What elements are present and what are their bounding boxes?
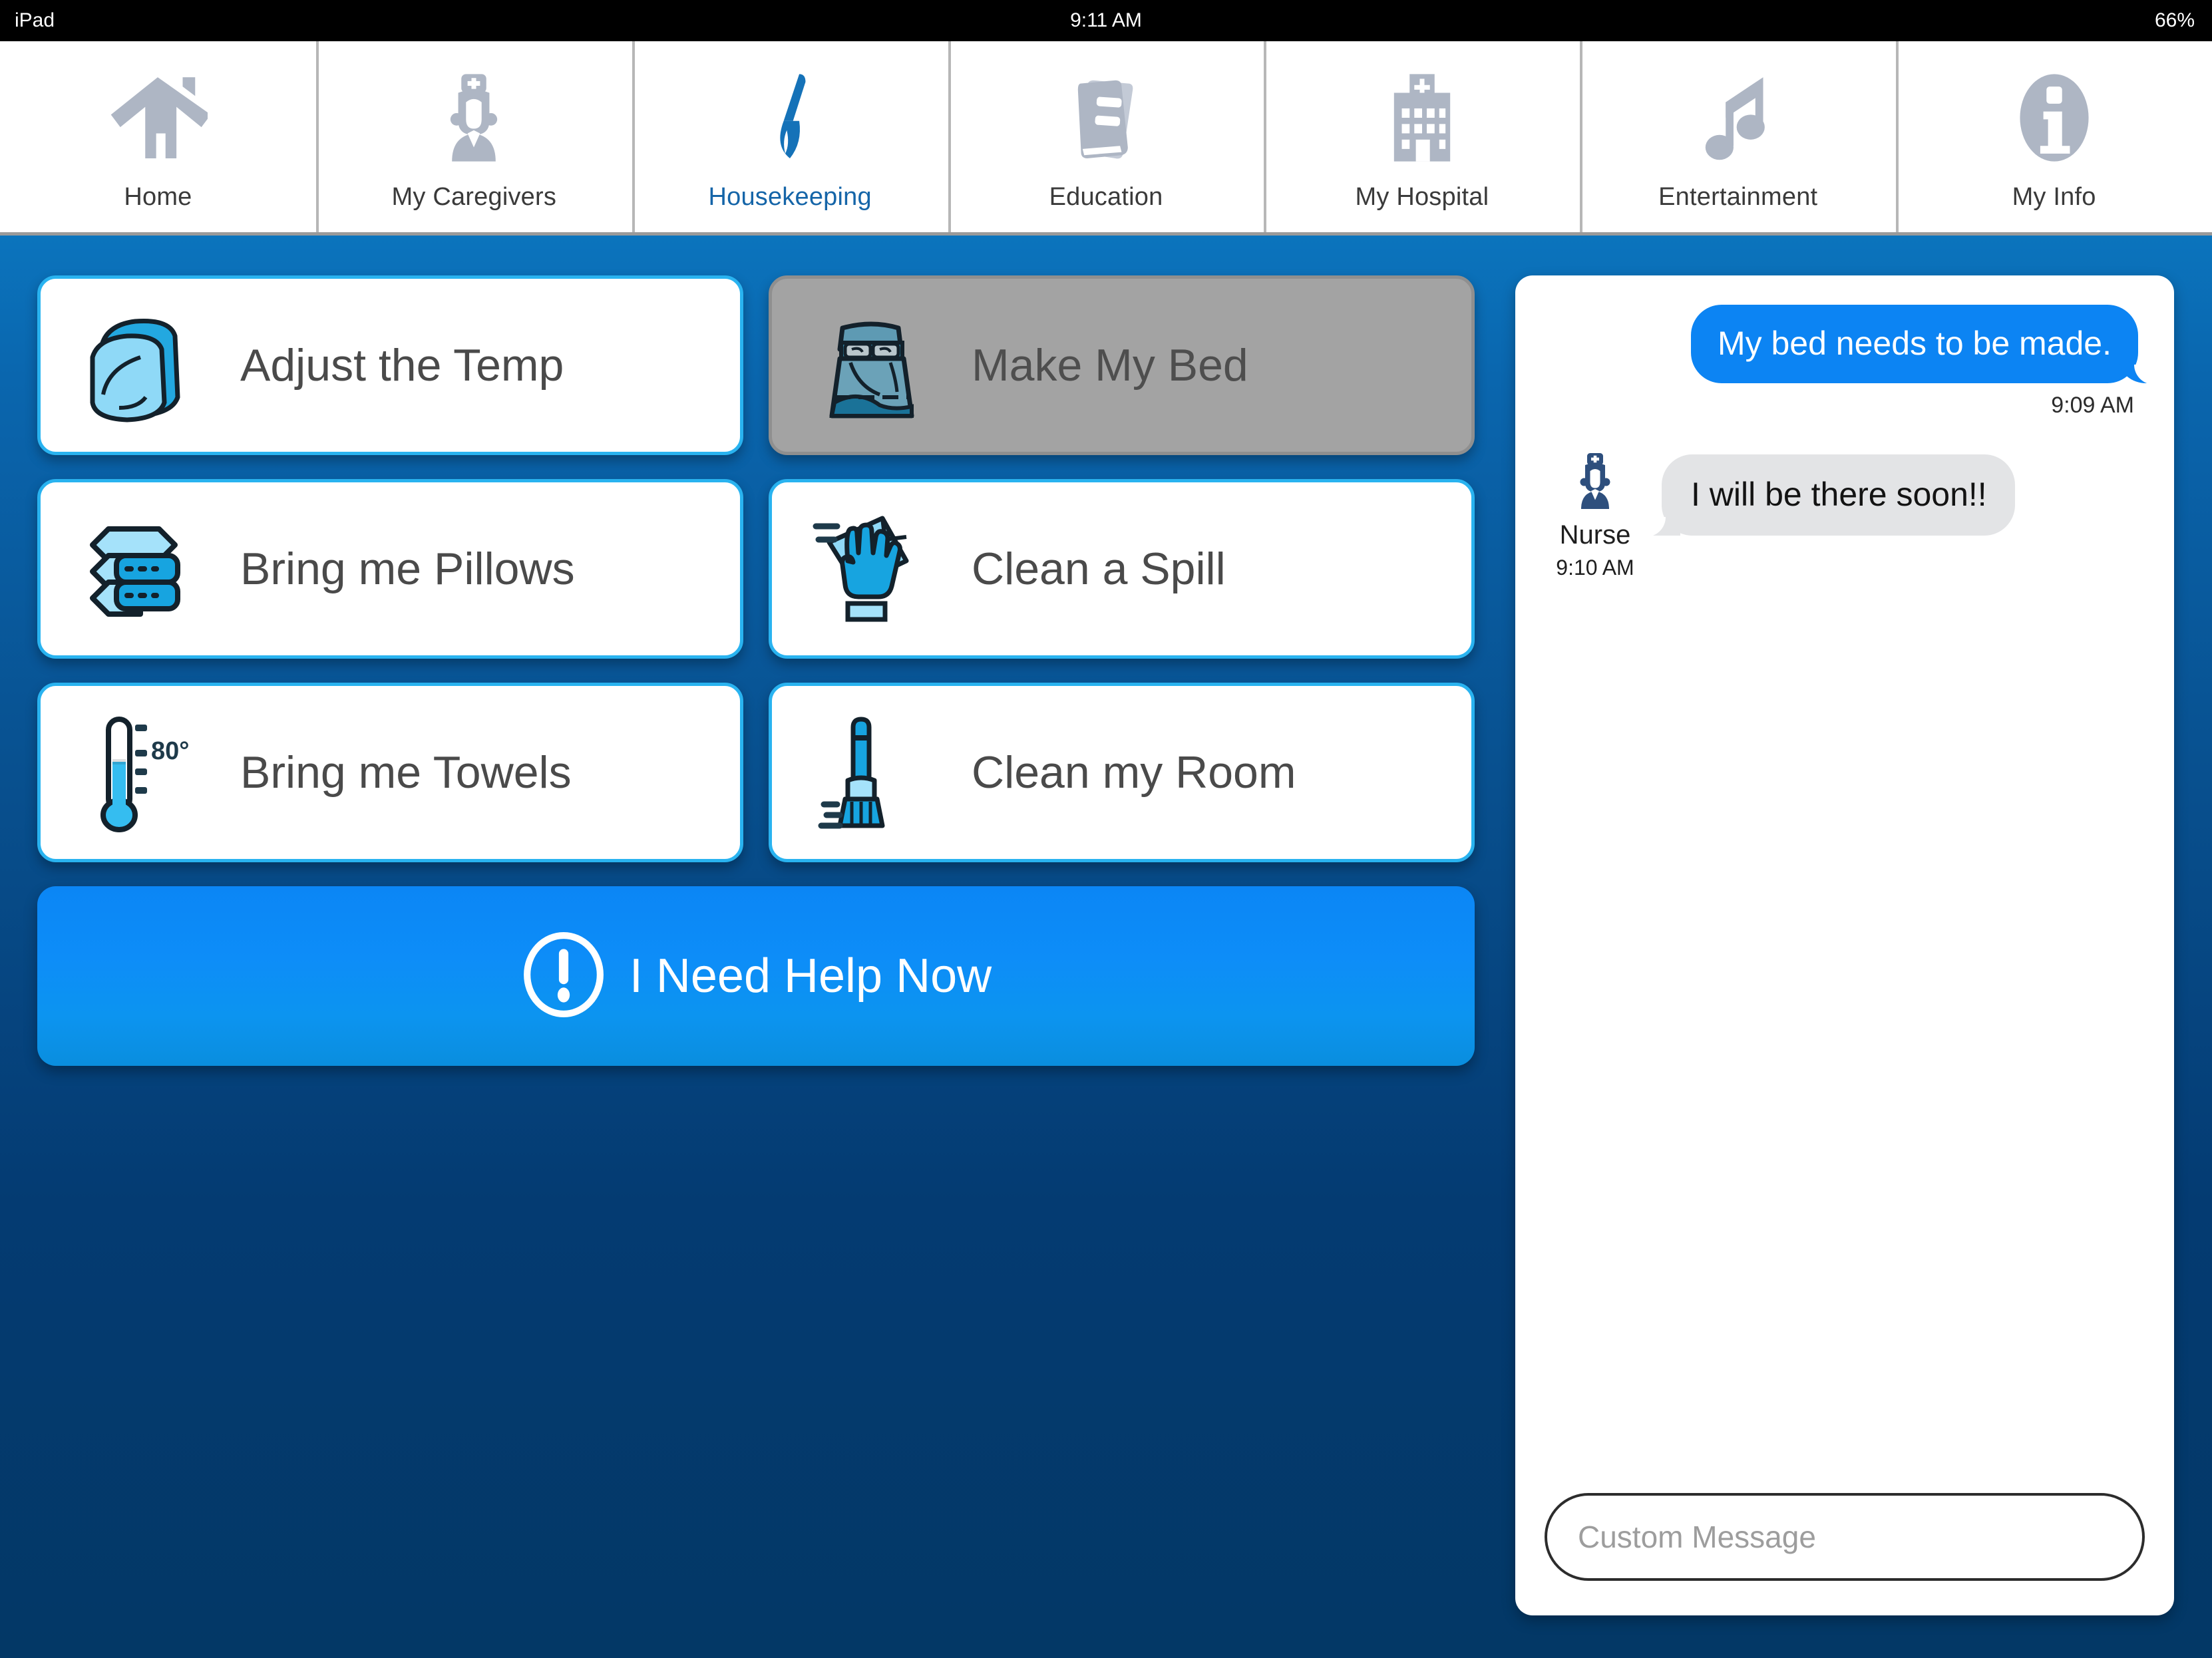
hospital-icon bbox=[1372, 63, 1472, 172]
action-label: Make My Bed bbox=[972, 340, 1248, 391]
tab-my-hospital[interactable]: My Hospital bbox=[1264, 41, 1580, 232]
chat-message-incoming: Nurse 9:10 AM I will be there soon!! bbox=[1542, 449, 2147, 580]
action-button-grid: Adjust the Temp Make My Bed Bring me Pil… bbox=[37, 275, 1475, 1066]
outgoing-timestamp: 9:09 AM bbox=[2051, 393, 2134, 418]
custom-message-input[interactable] bbox=[1545, 1493, 2145, 1581]
sender-column: Nurse 9:10 AM bbox=[1542, 449, 1648, 580]
clean-my-room-button[interactable]: Clean my Room bbox=[769, 683, 1475, 862]
adjust-the-temp-button[interactable]: Adjust the Temp bbox=[37, 275, 743, 455]
sender-name: Nurse bbox=[1559, 520, 1631, 550]
bed-icon bbox=[772, 279, 972, 452]
incoming-bubble: I will be there soon!! bbox=[1643, 454, 2015, 537]
home-icon bbox=[108, 63, 208, 172]
chat-panel: My bed needs to be made. 9:09 AM Nurse 9… bbox=[1515, 275, 2174, 1615]
nurse-icon bbox=[424, 63, 524, 172]
tab-label-my-caregivers: My Caregivers bbox=[391, 183, 557, 211]
broom-icon bbox=[772, 686, 972, 859]
make-my-bed-button[interactable]: Make My Bed bbox=[769, 275, 1475, 455]
info-circle-icon bbox=[2004, 63, 2104, 172]
i-need-help-now-button[interactable]: I Need Help Now bbox=[37, 886, 1475, 1066]
thermometer-reading: 80° bbox=[151, 737, 189, 765]
thermometer-icon: 80° bbox=[41, 686, 240, 859]
tab-label-home: Home bbox=[124, 183, 192, 211]
tab-label-education: Education bbox=[1049, 183, 1163, 211]
action-label: Clean my Room bbox=[972, 747, 1296, 798]
chat-compose-area bbox=[1515, 1493, 2174, 1615]
status-bar: iPad 9:11 AM 66% bbox=[0, 0, 2212, 41]
action-row-3: 80° Bring me Towels Clean my Room bbox=[37, 683, 1475, 862]
help-button-label: I Need Help Now bbox=[629, 949, 992, 1003]
tab-my-info[interactable]: My Info bbox=[1896, 41, 2212, 232]
bring-me-pillows-button[interactable]: Bring me Pillows bbox=[37, 479, 743, 659]
tab-label-my-info: My Info bbox=[2012, 183, 2096, 211]
action-label: Bring me Pillows bbox=[240, 544, 575, 594]
housekeeping-stage: Adjust the Temp Make My Bed Bring me Pil… bbox=[0, 236, 2212, 1658]
outgoing-bubble: My bed needs to be made. bbox=[1690, 305, 2157, 385]
main-tab-bar: Home My Caregivers Housekeeping Educatio… bbox=[0, 41, 2212, 236]
tab-label-entertainment: Entertainment bbox=[1658, 183, 1818, 211]
chat-message-outgoing: My bed needs to be made. 9:09 AM bbox=[1542, 305, 2157, 418]
tab-entertainment[interactable]: Entertainment bbox=[1580, 41, 1896, 232]
tab-home[interactable]: Home bbox=[0, 41, 316, 232]
action-label: Bring me Towels bbox=[240, 747, 572, 798]
book-icon bbox=[1056, 63, 1156, 172]
tab-label-housekeeping: Housekeeping bbox=[708, 183, 872, 211]
chat-message-list[interactable]: My bed needs to be made. 9:09 AM Nurse 9… bbox=[1515, 275, 2174, 1493]
tab-label-my-hospital: My Hospital bbox=[1355, 183, 1489, 211]
tab-my-caregivers[interactable]: My Caregivers bbox=[315, 41, 632, 232]
action-label: Clean a Spill bbox=[972, 544, 1226, 594]
tab-education[interactable]: Education bbox=[948, 41, 1264, 232]
pillow-icon bbox=[41, 279, 240, 452]
nurse-avatar-icon bbox=[1563, 449, 1627, 516]
action-row-1: Adjust the Temp Make My Bed bbox=[37, 275, 1475, 455]
status-clock: 9:11 AM bbox=[1070, 9, 1142, 31]
clean-a-spill-button[interactable]: Clean a Spill bbox=[769, 479, 1475, 659]
action-row-2: Bring me Pillows Clean a Spill bbox=[37, 479, 1475, 659]
action-label: Adjust the Temp bbox=[240, 340, 564, 391]
exclamation-circle-icon bbox=[520, 931, 607, 1021]
stacked-linen-icon bbox=[41, 482, 240, 655]
tab-housekeeping[interactable]: Housekeeping bbox=[632, 41, 948, 232]
music-note-icon bbox=[1688, 63, 1788, 172]
status-battery: 66% bbox=[2154, 9, 2195, 31]
gloved-hand-icon bbox=[772, 482, 972, 655]
incoming-timestamp: 9:10 AM bbox=[1556, 556, 1634, 580]
bring-me-towels-button[interactable]: 80° Bring me Towels bbox=[37, 683, 743, 862]
broom-icon bbox=[740, 63, 840, 172]
